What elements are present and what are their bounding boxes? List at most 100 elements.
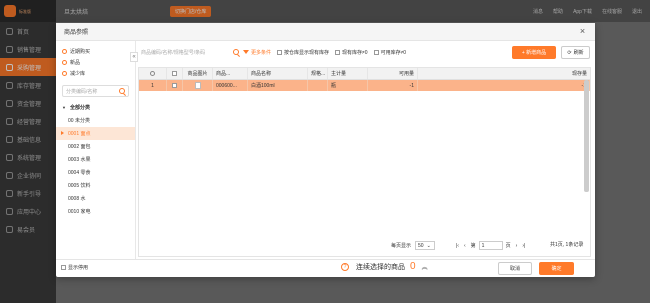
tree-item-label: 0004 零食: [68, 170, 91, 176]
checkbox[interactable]: [277, 49, 283, 55]
header-stock[interactable]: 现存量: [418, 68, 590, 79]
select-all-checkbox[interactable]: [167, 68, 183, 79]
last-page-icon[interactable]: ›|: [522, 243, 525, 249]
search-icon[interactable]: [119, 88, 125, 94]
quick-links: 近期购买新品减少库: [56, 41, 135, 79]
quick-link[interactable]: 新品: [56, 57, 135, 68]
row-name: 白酒100ml: [248, 80, 308, 91]
header-spec[interactable]: 规格...: [308, 68, 328, 79]
first-page-icon[interactable]: |‹: [456, 243, 459, 249]
page-size-value: 50: [418, 242, 424, 249]
filter-checkbox-label: 现有库存≠0: [342, 49, 368, 56]
tree-root-label: 全部分类: [69, 105, 90, 111]
clock-icon: [62, 60, 67, 65]
product-panel: 商品编码/名称/规格型号/条码 更多条件 按仓库显示现有库存 现有库存≠0 可用库存…: [138, 41, 595, 259]
add-product-button[interactable]: + 新增商品: [512, 46, 556, 59]
tree-item-label: 0002 面包: [68, 144, 91, 150]
more-filters-button[interactable]: 更多条件: [243, 49, 271, 56]
tree-item[interactable]: 0002 面包: [56, 140, 135, 153]
close-icon[interactable]: ×: [578, 27, 587, 36]
selected-summary: ? 连续选择的商品 0 ︽: [341, 261, 428, 272]
filter-checkbox-label: 可用库存≠0: [380, 49, 407, 56]
help-icon[interactable]: ?: [341, 262, 349, 271]
checkbox[interactable]: [172, 71, 177, 76]
quick-link-label: 新品: [70, 60, 81, 66]
tree-item[interactable]: 0008 水: [56, 192, 135, 205]
page-size: 每页显示 50 ⌄: [391, 241, 436, 250]
tree-item[interactable]: 0010 家电: [56, 205, 135, 218]
refresh-label: 刷新: [573, 50, 584, 56]
quick-link[interactable]: 近期购买: [56, 46, 135, 57]
app-root: 标准版 首页 销售管理 采购管理 库存管理 资金管理 经营管理 基础信息 系统管理 企业协同 新手…: [0, 0, 650, 303]
gear-icon[interactable]: [150, 71, 155, 76]
collapse-panel-icon[interactable]: «: [130, 52, 138, 62]
show-disabled-toggle[interactable]: 显示停用: [61, 264, 88, 271]
page-nav: |‹ ‹ 第 1 页 › ›|: [456, 241, 525, 250]
filter-checkbox[interactable]: 现有库存≠0: [335, 49, 368, 56]
chevron-down-icon: ⌄: [426, 242, 431, 249]
vertical-scrollbar[interactable]: [584, 80, 589, 192]
tree-item-label: 0010 家电: [68, 209, 91, 215]
clock-icon: [62, 49, 67, 54]
checkbox[interactable]: [335, 49, 341, 55]
header-code[interactable]: 商品...: [213, 68, 248, 79]
selected-count: 0: [410, 261, 416, 272]
tree-item[interactable]: 0001 面点: [56, 127, 135, 140]
page-suffix: 页: [505, 243, 511, 249]
page-size-label: 每页显示: [391, 243, 412, 249]
caret-down-icon[interactable]: ▼: [62, 105, 66, 110]
more-filters-label: 更多条件: [251, 49, 272, 56]
grid-header: 商品图片 商品... 商品名称 规格... 主计量 可用量 现存量: [139, 68, 590, 80]
filter-checkbox[interactable]: 可用库存≠0: [373, 49, 407, 56]
checkbox[interactable]: [172, 83, 177, 88]
quick-link-label: 减少库: [70, 71, 86, 77]
show-disabled-label: 显示停用: [68, 265, 89, 271]
quick-link[interactable]: 减少库: [56, 68, 135, 79]
header-available[interactable]: 可用量: [368, 68, 418, 79]
search-icon[interactable]: [233, 49, 239, 55]
row-checkbox[interactable]: [167, 80, 183, 91]
tree-item[interactable]: 0003 水果: [56, 153, 135, 166]
row-spec: [308, 80, 328, 91]
product-reference-dialog: 商品参照 × 近期购买 新品 减少库 分类编码/名称 ▼ 全部分类 00 未分类 0001…: [56, 23, 595, 277]
grid-body: 1000600...白酒100ml瓶-1-1: [139, 80, 590, 91]
product-search-placeholder: 商品编码/名称/规格型号/条码: [141, 49, 206, 56]
checkbox[interactable]: [373, 49, 379, 55]
page-number-input[interactable]: 1: [478, 241, 503, 250]
next-page-icon[interactable]: ›: [516, 243, 518, 249]
page-summary: 共1页, 1条记录: [550, 242, 584, 248]
clock-icon: [62, 71, 67, 76]
toolbar-checkboxes: 按仓库显示现有库存 现有库存≠0 可用库存≠0: [277, 49, 412, 56]
filter-icon: [243, 50, 249, 54]
dialog-title: 商品参照: [64, 30, 89, 36]
tree-item-label: 0003 水果: [68, 157, 91, 163]
row-image: [183, 80, 213, 91]
refresh-icon: ⟳: [567, 49, 572, 56]
dialog-header: 商品参照 ×: [56, 23, 595, 41]
tree-item-label: 0008 水: [68, 196, 86, 202]
product-search-input[interactable]: 商品编码/名称/规格型号/条码: [141, 46, 239, 58]
filter-checkbox-label: 按仓库显示现有库存: [284, 49, 330, 56]
chevron-up-icon[interactable]: ︽: [422, 262, 428, 271]
filter-checkbox[interactable]: 按仓库显示现有库存: [277, 49, 329, 56]
cancel-button[interactable]: 取消: [498, 262, 532, 275]
confirm-button[interactable]: 确定: [539, 262, 574, 275]
header-name[interactable]: 商品名称: [248, 68, 308, 79]
tree-item[interactable]: 00 未分类: [56, 114, 135, 127]
row-stock: -1: [418, 80, 590, 91]
row-available: -1: [368, 80, 418, 91]
refresh-button[interactable]: ⟳ 刷新: [561, 46, 590, 59]
row-index: 1: [139, 80, 167, 91]
category-search-input[interactable]: 分类编码/名称: [62, 85, 129, 97]
header-unit[interactable]: 主计量: [328, 68, 368, 79]
page-size-select[interactable]: 50 ⌄: [415, 241, 436, 250]
tree-root[interactable]: ▼ 全部分类: [56, 101, 135, 114]
column-settings[interactable]: [139, 68, 167, 79]
category-tree: ▼ 全部分类 00 未分类 0001 面点 0002 面包 0003 水果 0004 零食 0…: [56, 101, 135, 218]
tree-item[interactable]: 0005 饮料: [56, 179, 135, 192]
tree-item[interactable]: 0004 零食: [56, 166, 135, 179]
table-row[interactable]: 1000600...白酒100ml瓶-1-1: [139, 80, 590, 91]
checkbox[interactable]: [61, 265, 66, 270]
tree-item-label: 00 未分类: [68, 118, 90, 124]
prev-page-icon[interactable]: ‹: [464, 243, 466, 249]
